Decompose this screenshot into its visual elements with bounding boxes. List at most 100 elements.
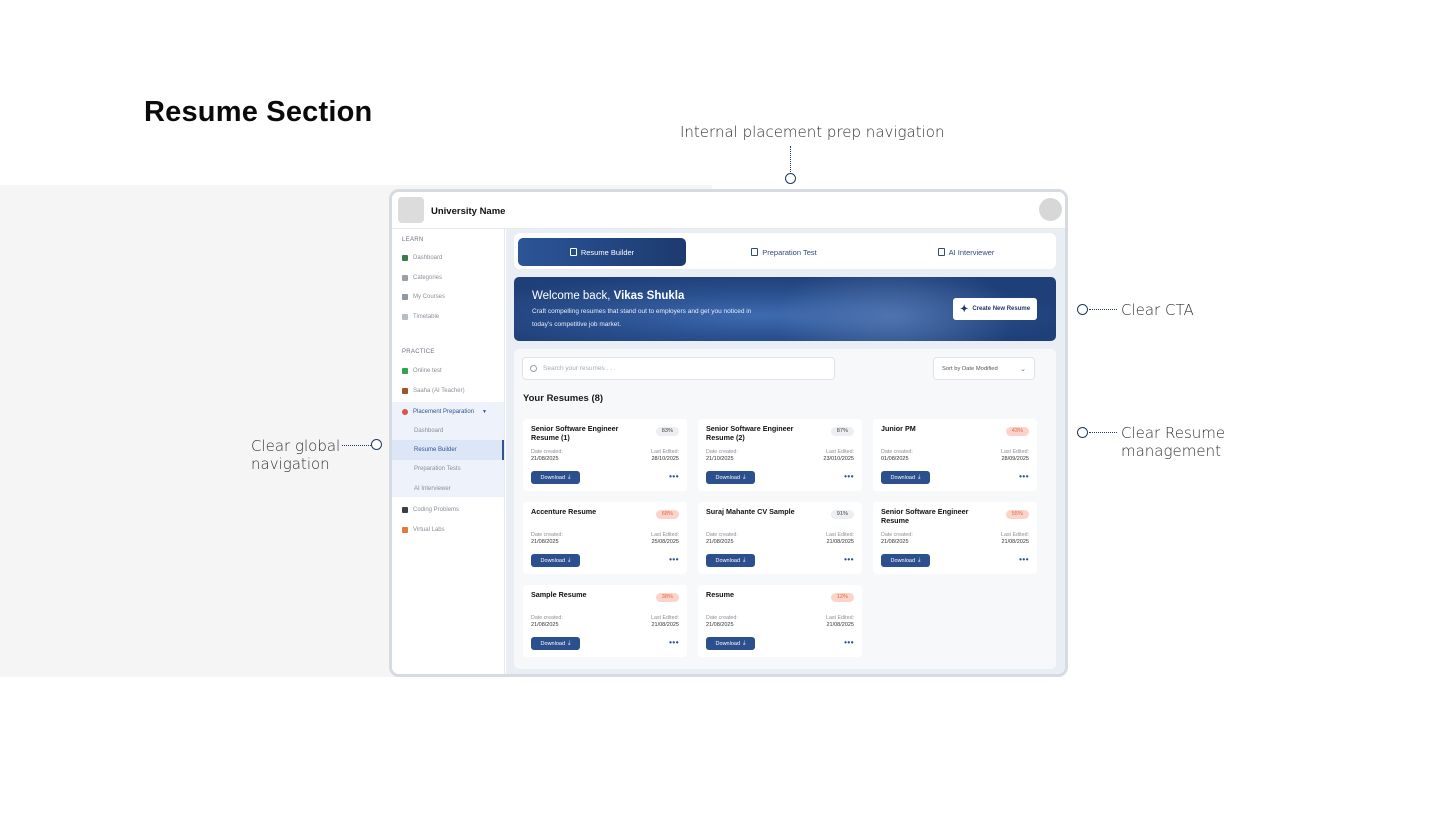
- calendar-icon: [402, 314, 408, 320]
- last-edited-value: 28/10/2025: [651, 456, 679, 462]
- annotation-line: navigation: [251, 455, 330, 473]
- last-edited-label: Last Edited:: [651, 532, 679, 538]
- sidebar-item-virtual-labs[interactable]: Virtual Labs: [402, 527, 445, 533]
- chevron-down-icon: ▼: [482, 409, 487, 415]
- download-button[interactable]: Download ⤓: [531, 471, 580, 484]
- book-icon: [402, 294, 408, 300]
- annotation-connector: [1089, 309, 1117, 310]
- download-button[interactable]: Download ⤓: [706, 554, 755, 567]
- sidebar-item-placement-preparation[interactable]: Placement Preparation ▼: [402, 409, 487, 415]
- download-label: Download: [715, 640, 741, 647]
- download-label: Download: [890, 474, 916, 481]
- resume-card[interactable]: Junior PM 43% Date created: 01/08/2025 L…: [873, 419, 1037, 491]
- tab-preparation-test[interactable]: Preparation Test: [700, 238, 868, 266]
- download-icon: ⤓: [743, 557, 746, 563]
- date-created-value: 21/08/2025: [531, 622, 559, 628]
- sort-dropdown[interactable]: Sort by Date Modified ⌄: [933, 357, 1035, 380]
- user-name: Vikas Shukla: [613, 290, 685, 302]
- download-button[interactable]: Download ⤓: [531, 554, 580, 567]
- resume-title: Suraj Mahante CV Sample: [706, 507, 795, 516]
- sidebar-item-online-test[interactable]: Online test: [402, 368, 442, 374]
- download-icon: ⤓: [743, 640, 746, 646]
- sidebar-item-coding-problems[interactable]: Coding Problems: [402, 507, 459, 513]
- score-badge: 68%: [655, 510, 679, 519]
- more-options-icon[interactable]: •••: [1019, 472, 1029, 481]
- avatar[interactable]: [1039, 198, 1062, 221]
- cta-label: Create New Resume: [972, 306, 1031, 312]
- resume-card[interactable]: Accenture Resume 68% Date created: 21/08…: [523, 502, 687, 574]
- resume-card[interactable]: Resume 12% Date created: 21/08/2025 Last…: [698, 585, 862, 657]
- date-created-value: 21/08/2025: [531, 456, 559, 462]
- sidebar-subitem-resume-builder[interactable]: Resume Builder: [414, 447, 457, 453]
- resume-title: Accenture Resume: [531, 507, 597, 516]
- download-button[interactable]: Download ⤓: [706, 637, 755, 650]
- annotation-prep-navigation: Internal placement prep navigation: [680, 123, 945, 141]
- create-new-resume-button[interactable]: ✦ Create New Resume: [953, 298, 1037, 320]
- sidebar-subitem-dashboard[interactable]: Dashboard: [414, 428, 443, 434]
- resume-card[interactable]: Suraj Mahante CV Sample 91% Date created…: [698, 502, 862, 574]
- last-edited-value: 25/08/2025: [651, 539, 679, 545]
- download-button[interactable]: Download ⤓: [881, 554, 930, 567]
- resume-card[interactable]: Senior Software Engineer Resume (2) 87% …: [698, 419, 862, 491]
- date-created-label: Date created:: [706, 449, 738, 455]
- sidebar-heading-learn: LEARN: [402, 237, 424, 243]
- sidebar-item-my-courses[interactable]: My Courses: [402, 294, 445, 300]
- sidebar-item-label: Timetable: [413, 314, 440, 320]
- annotation-connector: [790, 146, 791, 172]
- sidebar-item-saaha[interactable]: Saaha (AI Teacher): [402, 388, 465, 394]
- download-label: Download: [540, 640, 566, 647]
- laptop-icon: [402, 507, 408, 513]
- sort-selected: Sort by Date Modified: [942, 365, 998, 372]
- last-edited-label: Last Edited:: [826, 449, 854, 455]
- sidebar-item-categories[interactable]: Categories: [402, 275, 442, 281]
- more-options-icon[interactable]: •••: [669, 472, 679, 481]
- date-created-value: 21/08/2025: [531, 539, 559, 545]
- annotation-marker: [785, 173, 796, 184]
- sidebar-item-label: My Courses: [413, 294, 446, 300]
- resume-card[interactable]: Senior Software Engineer Resume (1) 83% …: [523, 419, 687, 491]
- rocket-icon: [402, 527, 408, 533]
- university-logo[interactable]: [398, 197, 424, 223]
- more-options-icon[interactable]: •••: [844, 472, 854, 481]
- tab-resume-builder[interactable]: Resume Builder: [518, 238, 686, 266]
- download-button[interactable]: Download ⤓: [531, 637, 580, 650]
- download-label: Download: [890, 557, 916, 564]
- search-icon: [530, 365, 537, 372]
- date-created-label: Date created:: [706, 532, 738, 538]
- annotation-marker: [1077, 304, 1088, 315]
- university-name: University Name: [431, 206, 506, 217]
- more-options-icon[interactable]: •••: [844, 555, 854, 564]
- welcome-banner: Welcome back, Vikas Shukla Craft compell…: [514, 277, 1056, 341]
- resume-title: Senior Software Engineer Resume (2): [706, 424, 794, 442]
- resume-title: Junior PM: [881, 424, 916, 433]
- sidebar-item-label: Dashboard: [413, 255, 443, 261]
- last-edited-label: Last Edited:: [1001, 449, 1029, 455]
- download-button[interactable]: Download ⤓: [706, 471, 755, 484]
- sidebar-item-timetable[interactable]: Timetable: [402, 314, 439, 320]
- sidebar-subitem-preparation-tests[interactable]: Preparation Tests: [414, 466, 461, 472]
- resumes-heading: Your Resumes (8): [523, 393, 604, 404]
- resume-title: Senior Software Engineer Resume (1): [531, 424, 619, 442]
- resume-card[interactable]: Sample Resume 38% Date created: 21/08/20…: [523, 585, 687, 657]
- date-created-label: Date created:: [881, 449, 913, 455]
- annotation-marker: [1077, 427, 1088, 438]
- last-edited-label: Last Edited:: [826, 615, 854, 621]
- welcome-heading: Welcome back, Vikas Shukla: [532, 290, 684, 302]
- more-options-icon[interactable]: •••: [669, 555, 679, 564]
- resume-card[interactable]: Senior Software Engineer Resume 55% Date…: [873, 502, 1037, 574]
- more-options-icon[interactable]: •••: [669, 638, 679, 647]
- teacher-icon: [402, 388, 408, 394]
- download-button[interactable]: Download ⤓: [881, 471, 930, 484]
- clipboard-icon: [751, 248, 759, 256]
- more-options-icon[interactable]: •••: [1019, 555, 1029, 564]
- sidebar-subitem-ai-interviewer[interactable]: AI Interviewer: [414, 486, 451, 492]
- search-input[interactable]: [543, 365, 823, 372]
- date-created-label: Date created:: [531, 449, 563, 455]
- sidebar-item-dashboard[interactable]: Dashboard: [402, 255, 442, 261]
- download-label: Download: [715, 557, 741, 564]
- download-icon: ⤓: [568, 640, 571, 646]
- more-options-icon[interactable]: •••: [844, 638, 854, 647]
- date-created-value: 21/08/2025: [706, 622, 734, 628]
- search-box[interactable]: [522, 357, 835, 380]
- tab-ai-interviewer[interactable]: AI Interviewer: [882, 238, 1050, 266]
